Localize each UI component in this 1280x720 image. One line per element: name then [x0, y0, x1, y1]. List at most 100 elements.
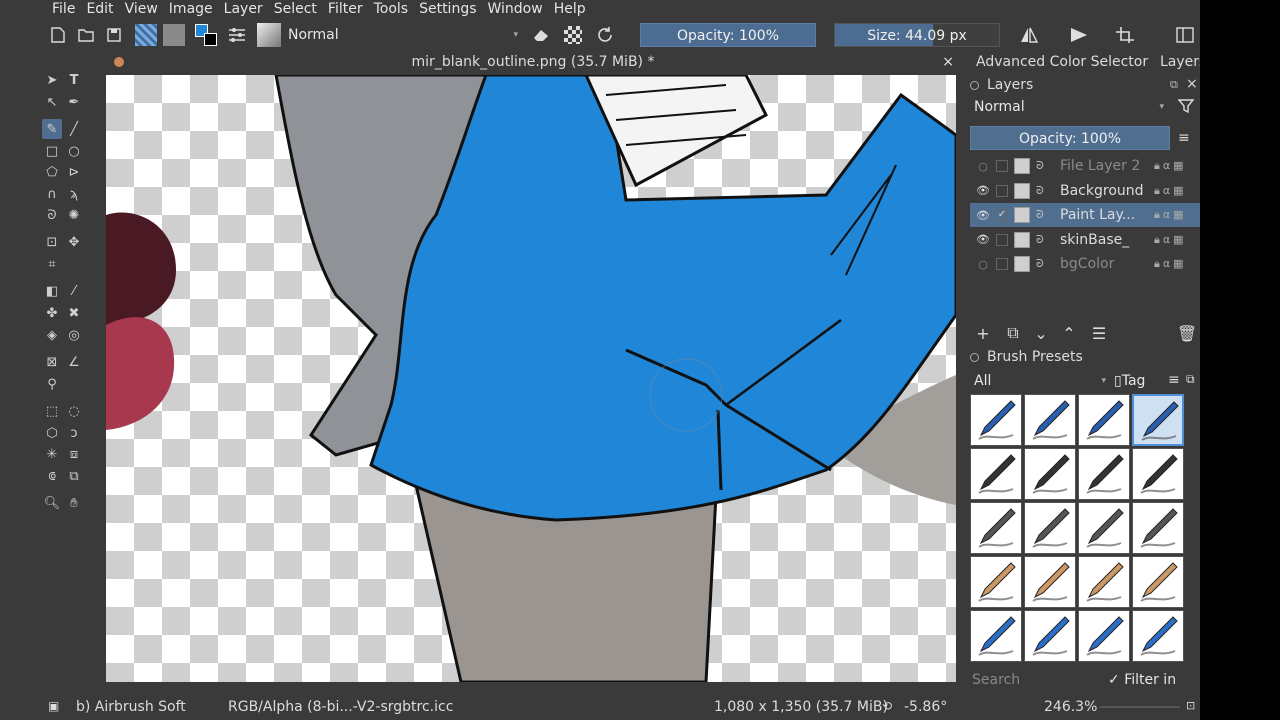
bezier-selection-tool-icon[interactable]: ⟃: [42, 466, 62, 486]
filter-in-tag-checkbox[interactable]: ✓ Filter in Tag: [1108, 669, 1200, 710]
docker-float-icon[interactable]: [970, 80, 979, 90]
visibility-eye-icon[interactable]: 👁︎: [976, 233, 990, 246]
canvas-horizontal-scrollbar[interactable]: [106, 682, 956, 690]
brush-preset-thumbnail[interactable]: [970, 502, 1022, 554]
wrap-around-icon[interactable]: [1114, 23, 1136, 47]
assistant-tool-icon[interactable]: ⊠: [42, 352, 62, 372]
preserve-alpha-icon[interactable]: [562, 23, 584, 47]
menu-select[interactable]: Select: [268, 1, 322, 17]
layer-row[interactable]: ○ ᘐ bgColor 🔒︎α▦: [970, 252, 1200, 276]
magnetic-selection-tool-icon[interactable]: ⧉: [64, 466, 84, 486]
brush-preset-thumbnail[interactable]: [1024, 556, 1076, 608]
layer-filter-icon[interactable]: [1177, 98, 1195, 118]
visibility-eye-icon[interactable]: ○: [976, 258, 990, 271]
brush-preset-thumbnail[interactable]: [1132, 394, 1184, 446]
transform-tool-icon[interactable]: ⊡: [42, 232, 62, 252]
multibrush-tool-icon[interactable]: ✺: [64, 205, 84, 225]
freehand-selection-tool-icon[interactable]: ↄ: [64, 423, 84, 443]
brush-preset-icon[interactable]: [256, 23, 282, 47]
text-tool-icon[interactable]: T: [64, 70, 84, 90]
similar-selection-tool-icon[interactable]: ⧈: [64, 444, 84, 464]
layer-row[interactable]: 👁︎ ᘐ skinBase_ 🔒︎α▦: [970, 228, 1200, 252]
measure-tool-icon[interactable]: ∠: [64, 352, 84, 372]
gradient-tool-icon[interactable]: ◧: [42, 281, 62, 301]
select-shapes-tool-icon[interactable]: ➤: [42, 70, 62, 90]
canvas-vertical-scrollbar[interactable]: [956, 75, 962, 682]
rectangle-tool-icon[interactable]: □: [42, 141, 62, 161]
brush-preset-thumbnail[interactable]: [1132, 610, 1184, 662]
add-layer-icon[interactable]: +: [972, 322, 994, 344]
brush-preset-thumbnail[interactable]: [1024, 610, 1076, 662]
contiguous-selection-tool-icon[interactable]: ✳: [42, 444, 62, 464]
rotation-icon[interactable]: ⟲: [882, 699, 892, 713]
document-tab[interactable]: mir_blank_outline.png (35.7 MiB) * ×: [106, 52, 960, 74]
smart-patch-tool-icon[interactable]: ✖: [64, 303, 84, 323]
pan-tool-icon[interactable]: ✋︎: [64, 493, 84, 513]
menu-help[interactable]: Help: [548, 1, 591, 17]
reload-preset-icon[interactable]: [594, 23, 616, 47]
layers-docker-detach-icon[interactable]: ⧉: [1170, 78, 1178, 92]
brush-preset-thumbnail[interactable]: [1078, 610, 1130, 662]
brush-preset-thumbnail[interactable]: [970, 448, 1022, 500]
brush-presets-menu-icon[interactable]: ≡: [1168, 372, 1180, 388]
size-slider[interactable]: Size: 44.09 px: [834, 23, 1000, 47]
colorize-mask-tool-icon[interactable]: ✤: [42, 303, 62, 323]
crop-tool-icon[interactable]: ⌗: [42, 254, 62, 274]
gradient-swatch-icon[interactable]: [134, 23, 158, 47]
layer-options-menu-icon[interactable]: ≡: [1178, 130, 1190, 146]
brush-preset-thumbnail[interactable]: [970, 610, 1022, 662]
move-layer-down-icon[interactable]: ⌄: [1030, 322, 1052, 344]
brush-tag-select[interactable]: All ▾: [970, 370, 1110, 392]
menu-tools[interactable]: Tools: [368, 1, 414, 17]
open-document-icon[interactable]: [76, 23, 96, 47]
canvas[interactable]: [106, 75, 956, 682]
brush-search-input[interactable]: Search: [970, 669, 1106, 691]
line-tool-icon[interactable]: ╱: [64, 119, 84, 139]
visibility-eye-icon[interactable]: 👁︎: [976, 209, 990, 222]
opacity-slider[interactable]: Opacity: 100%: [640, 23, 816, 47]
move-tool-icon[interactable]: ✥: [64, 232, 84, 252]
layer-lock-alpha-icons[interactable]: 🔒︎α▦: [1154, 257, 1187, 271]
blend-mode-select[interactable]: Normal ▾: [284, 24, 522, 46]
brush-preset-thumbnail[interactable]: [1132, 502, 1184, 554]
color-picker-tool-icon[interactable]: ⁄: [64, 281, 84, 301]
layer-blend-mode-select[interactable]: Normal ▾: [970, 96, 1168, 118]
mirror-vertical-icon[interactable]: [1068, 23, 1090, 47]
brush-presets-detach-icon[interactable]: ⧉: [1186, 372, 1195, 387]
polygon-tool-icon[interactable]: ⬠: [42, 162, 62, 182]
freehand-path-tool-icon[interactable]: ϡ: [64, 184, 84, 204]
tab-advanced-color-selector[interactable]: Advanced Color Selector: [976, 54, 1148, 70]
layers-docker-close-icon[interactable]: ×: [1186, 76, 1198, 92]
polygonal-selection-tool-icon[interactable]: ⬡: [42, 423, 62, 443]
brush-presets-float-icon[interactable]: [970, 352, 979, 362]
zoom-fit-icon[interactable]: ⊡: [1186, 699, 1195, 712]
layer-row[interactable]: 👁︎ ✓ ᘐ Paint Lay... 🔒︎α▦: [970, 203, 1200, 227]
brush-preset-thumbnail[interactable]: [1024, 448, 1076, 500]
pattern-swatch-icon[interactable]: [162, 23, 186, 47]
brush-preset-thumbnail[interactable]: [1024, 394, 1076, 446]
zoom-slider[interactable]: [1100, 706, 1180, 708]
menu-image[interactable]: Image: [163, 1, 218, 17]
layer-lock-alpha-icons[interactable]: 🔒︎α▦: [1154, 233, 1187, 247]
layer-select-checkbox[interactable]: [996, 184, 1008, 197]
layer-lock-alpha-icons[interactable]: 🔒︎α▦: [1154, 184, 1187, 198]
rectangular-selection-tool-icon[interactable]: ⬚: [42, 401, 62, 421]
menu-settings[interactable]: Settings: [413, 1, 481, 17]
reference-images-tool-icon[interactable]: ⚲: [42, 374, 62, 394]
layer-select-checkbox[interactable]: [996, 233, 1008, 246]
layer-lock-alpha-icons[interactable]: 🔒︎α▦: [1154, 208, 1187, 222]
move-layer-up-icon[interactable]: ⌃: [1058, 322, 1080, 344]
close-document-icon[interactable]: ×: [942, 52, 954, 72]
ellipse-tool-icon[interactable]: ○: [64, 141, 84, 161]
menu-window[interactable]: Window: [482, 1, 548, 17]
elliptical-selection-tool-icon[interactable]: ◌: [64, 401, 84, 421]
menu-filter[interactable]: Filter: [322, 1, 368, 17]
visibility-eye-icon[interactable]: 👁︎: [976, 184, 990, 197]
duplicate-layer-icon[interactable]: ⧉: [1002, 322, 1024, 344]
layer-row[interactable]: 👁︎ ᘐ Background 🔒︎α▦: [970, 179, 1200, 203]
visibility-eye-icon[interactable]: ○: [976, 160, 990, 173]
layer-select-checkbox[interactable]: [996, 160, 1008, 172]
calligraphy-tool-icon[interactable]: ✒: [64, 92, 84, 112]
brush-preset-thumbnail[interactable]: [1024, 502, 1076, 554]
eraser-mode-icon[interactable]: [530, 23, 552, 47]
